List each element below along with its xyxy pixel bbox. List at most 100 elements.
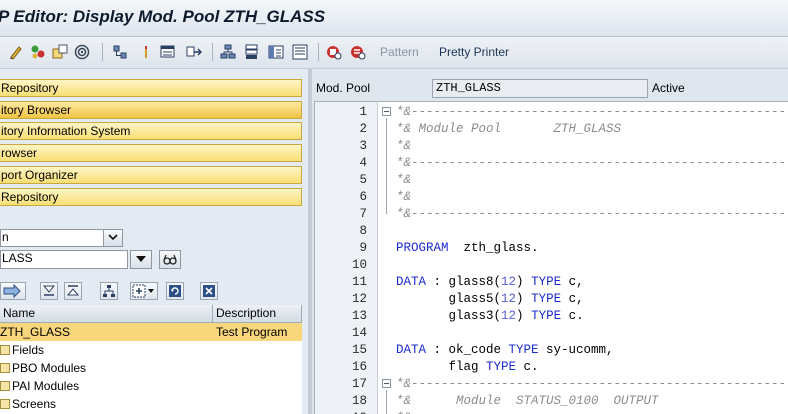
code-line[interactable]: 15 DATA : ok_code TYPE sy-ucomm, (315, 342, 788, 359)
line-number: 17 (351, 377, 367, 391)
mod-pool-field: ZTH_GLASS (432, 79, 648, 98)
tree-node-description (216, 341, 302, 359)
close-browser-button[interactable] (200, 282, 218, 300)
object-name-input[interactable]: LASS (0, 250, 128, 269)
object-list-icon[interactable] (160, 44, 176, 60)
tree-node-description (216, 377, 302, 395)
code-token: c, (561, 292, 584, 306)
line-number: 19 (315, 410, 367, 414)
tree-row[interactable]: Fields (0, 341, 302, 359)
column-header-description[interactable]: Description (213, 305, 302, 323)
pattern-button[interactable]: Pattern (380, 45, 419, 59)
toolbar-separator (212, 43, 213, 61)
line-number: 11 (351, 275, 367, 289)
options-icon (132, 284, 154, 298)
tree-row[interactable]: Screens (0, 395, 302, 413)
pretty-printer-button[interactable]: Pretty Printer (439, 45, 509, 59)
object-tree: Name Description ZTH_GLASS Test Program Fi… (0, 305, 302, 414)
code-line[interactable]: 14 (315, 325, 788, 342)
line-number: 5 (359, 173, 367, 187)
number-literal: 12 (501, 275, 517, 289)
comment: *&--------------------------------------… (396, 105, 788, 119)
keyword: TYPE (508, 343, 539, 357)
tree-node-description (216, 359, 302, 377)
pattern-insert-icon[interactable] (350, 44, 366, 60)
close-icon (203, 285, 215, 297)
refresh-button[interactable] (166, 282, 184, 300)
comment: *& Module STATUS_0100 OUTPUT (396, 394, 659, 408)
tree-hierarchy-button[interactable] (100, 282, 118, 300)
code-line[interactable]: 9 PROGRAM zth_glass. (315, 240, 788, 257)
code-line[interactable]: 11 DATA : glass8(12) TYPE c, (315, 274, 788, 291)
comment: *& (396, 190, 412, 204)
enhance-icon[interactable] (244, 44, 260, 60)
where-used-icon[interactable] (112, 44, 128, 60)
insert-icon[interactable] (292, 44, 308, 60)
breakpoint-icon[interactable] (138, 44, 154, 60)
nav-button-4[interactable]: port Organizer (0, 166, 302, 184)
folder-icon (0, 345, 10, 355)
code-line[interactable]: 16 flag TYPE c. (315, 359, 788, 376)
other-object-icon[interactable] (8, 44, 24, 60)
tree-row[interactable]: PAI Modules (0, 377, 302, 395)
keyword: TYPE (486, 360, 517, 374)
line-number: 12 (351, 292, 367, 306)
display-object-list-icon[interactable] (220, 44, 236, 60)
navigation-icon[interactable] (186, 44, 202, 60)
nav-button-2[interactable]: itory Information System (0, 122, 302, 140)
tree-row[interactable]: ZTH_GLASS Test Program (0, 323, 302, 341)
code-token: zth_glass. (448, 241, 539, 255)
column-header-name[interactable]: Name (0, 305, 213, 323)
tree-node-name: ZTH_GLASS (0, 325, 71, 339)
code-text: *& Module Pool ZTH_GLASS (396, 121, 621, 138)
test-icon[interactable] (74, 44, 90, 60)
code-line[interactable]: 8 (315, 223, 788, 240)
nav-button-0[interactable]: Repository (0, 79, 302, 97)
code-text: *&--------------------------------------… (396, 206, 788, 223)
activate-icon[interactable] (52, 44, 68, 60)
collapse-block-icon[interactable] (382, 379, 391, 388)
title-bar: P Editor: Display Mod. Pool ZTH_GLASS (0, 0, 788, 37)
comment: *& (396, 139, 412, 153)
line-number: 16 (351, 360, 367, 374)
code-text: glass5(12) TYPE c, (396, 291, 584, 308)
code-token: c, (561, 275, 584, 289)
tree-node-name: PAI Modules (12, 379, 80, 393)
help-icon[interactable] (268, 44, 284, 60)
code-text: *&--------------------------------------… (396, 104, 788, 121)
expand-button[interactable] (64, 282, 82, 300)
code-token: : glass8( (426, 275, 502, 289)
nav-button-5[interactable]: Repository (0, 188, 302, 206)
abap-code-editor[interactable]: 1 *&-------------------------------------… (314, 101, 788, 414)
replace-icon[interactable] (326, 44, 342, 60)
settings-menu-button[interactable] (130, 282, 158, 300)
code-text: *& (396, 172, 411, 189)
code-line[interactable]: 12 glass5(12) TYPE c, (315, 291, 788, 308)
tree-node-name: Screens (12, 397, 57, 411)
application-toolbar: Pattern Pretty Printer (0, 37, 788, 69)
number-literal: 12 (501, 309, 517, 323)
code-text: *& (396, 189, 411, 206)
collapse-button[interactable] (40, 282, 58, 300)
tree-row[interactable]: PBO Modules (0, 359, 302, 377)
object-name-dropdown-button[interactable] (130, 250, 152, 269)
line-number: 2 (359, 122, 367, 136)
line-number: 7 (359, 207, 367, 221)
expand-icon (66, 285, 80, 296)
check-icon[interactable] (30, 44, 46, 60)
navigate-back-button[interactable] (0, 282, 26, 300)
code-text: *& Module STATUS_0100 OUTPUT (396, 393, 659, 410)
collapse-block-icon[interactable] (382, 107, 391, 116)
code-line[interactable]: 13 glass3(12) TYPE c. (315, 308, 788, 325)
nav-button-1[interactable]: itory Browser (0, 101, 302, 119)
object-type-dropdown-button[interactable] (103, 229, 123, 247)
code-text: glass3(12) TYPE c. (396, 308, 584, 325)
chevron-down-icon (108, 234, 118, 241)
nav-button-3[interactable]: rowser (0, 144, 302, 162)
display-button[interactable] (159, 250, 181, 269)
keyword: PROGRAM (396, 241, 449, 255)
code-line[interactable]: 10 (315, 257, 788, 274)
object-type-select[interactable]: n (0, 229, 104, 247)
code-text: *&--------------------------------------… (396, 155, 788, 172)
code-token: glass3( (396, 309, 502, 323)
